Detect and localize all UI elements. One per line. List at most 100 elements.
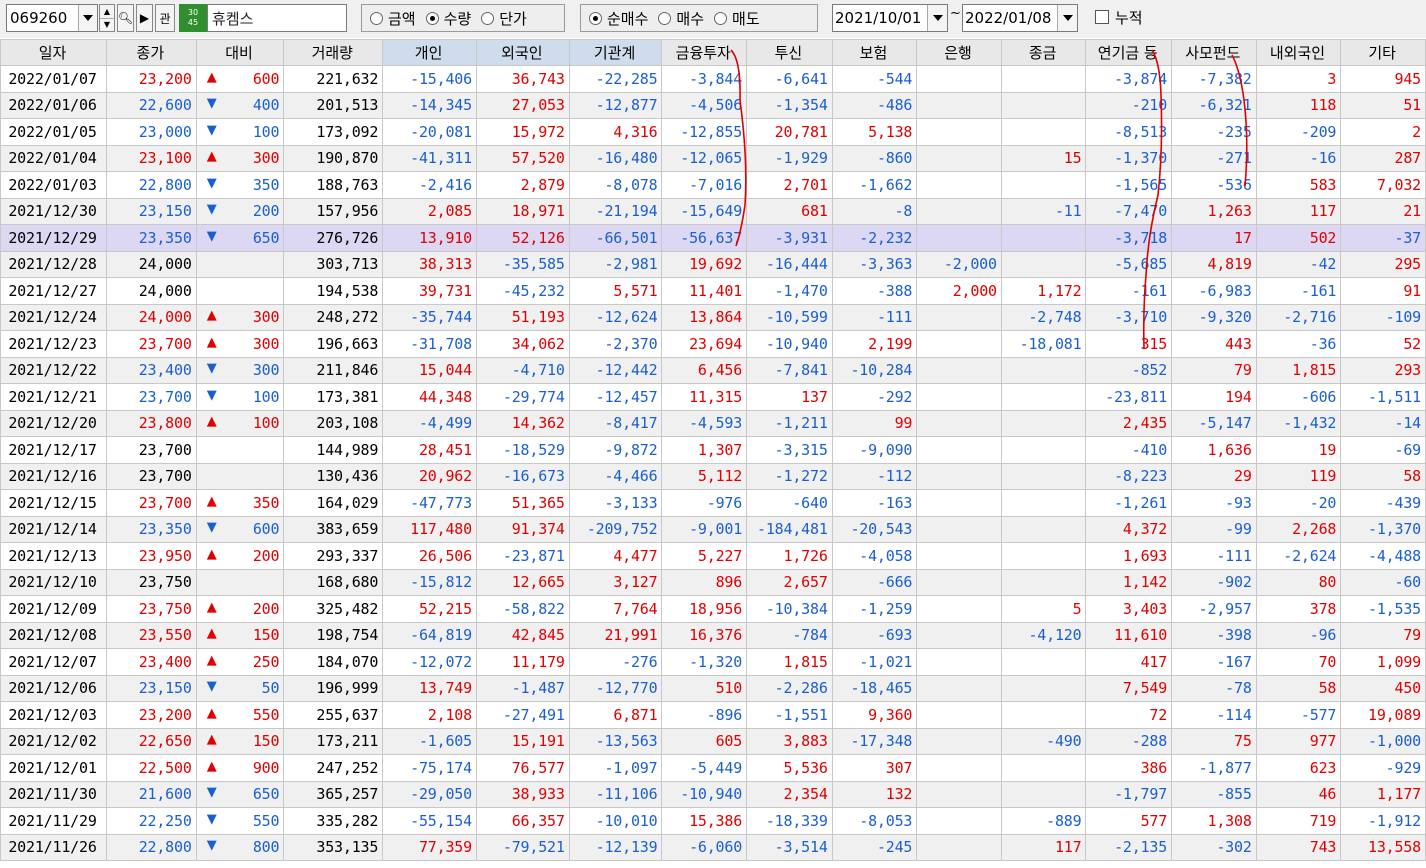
table-row[interactable]: 2022/01/07 23,200 ▲ 600 221,632 -15,406 36,743… — [0, 65, 1426, 93]
search-button[interactable]: 🔍︎ — [117, 4, 134, 32]
column-header-13[interactable]: 사모펀드 — [1171, 39, 1257, 66]
cell-12: 1,693 — [1085, 542, 1173, 570]
table-row[interactable]: 2021/12/28 24,000 303,713 38,313 -35,585 -2,9… — [0, 250, 1426, 278]
cell-5: -1,487 — [475, 674, 570, 702]
table-row[interactable]: 2021/12/15 23,700 ▲ 350 164,029 -47,773 51,365… — [0, 489, 1426, 517]
table-row[interactable]: 2022/01/03 22,800 ▼ 350 188,763 -2,416 2,879 -8… — [0, 171, 1426, 199]
chevron-down-icon[interactable]: ▼ — [100, 18, 114, 31]
table-row[interactable]: 2021/12/21 23,700 ▼ 100 173,381 44,348 -29,774… — [0, 383, 1426, 411]
table-row[interactable]: 2021/12/23 23,700 ▲ 300 196,663 -31,708 34,062… — [0, 330, 1426, 358]
radio-mode-0[interactable]: 순매수 — [589, 8, 648, 29]
table-row[interactable]: 2021/12/03 23,200 ▲ 550 255,637 2,108 -27,491 6… — [0, 701, 1426, 729]
stock-name-field[interactable]: 휴켐스 — [207, 4, 347, 32]
radio-circle-icon[interactable] — [425, 11, 439, 25]
radio-circle-icon[interactable] — [714, 11, 728, 25]
cell-10 — [916, 489, 1002, 517]
table-row[interactable]: 2021/12/16 23,700 130,436 20,962 -16,673 -4,4… — [0, 462, 1426, 490]
cell-7: -976 — [661, 489, 748, 517]
cell-6: -13,563 — [568, 727, 663, 755]
radio-mode-2[interactable]: 매도 — [714, 8, 760, 29]
chevron-up-icon[interactable]: ▲ — [100, 5, 114, 18]
radio-unit-0[interactable]: 금액 — [370, 8, 416, 29]
table-row[interactable]: 2021/12/17 23,700 144,989 28,451 -18,529 -9,8… — [0, 436, 1426, 464]
table-row[interactable]: 2021/12/27 24,000 194,538 39,731 -45,232 5,57… — [0, 277, 1426, 305]
cell-5: -27,491 — [475, 701, 570, 729]
up-arrow-icon: ▲ — [206, 599, 217, 615]
cell-13: 443 — [1171, 330, 1257, 358]
table-row[interactable]: 2021/12/20 23,800 ▲ 100 203,108 -4,499 14,362-… — [0, 409, 1426, 437]
table-row[interactable]: 2021/12/13 23,950 ▲ 200 293,337 26,506 -23,871… — [0, 542, 1426, 570]
table-row[interactable]: 2022/01/06 22,600 ▼ 400 201,513 -14,345 27,053… — [0, 91, 1426, 119]
cell-15: 13,558 — [1340, 833, 1426, 861]
checkbox-icon[interactable] — [1095, 10, 1109, 24]
table-row[interactable]: 2021/12/22 23,400 ▼ 300 211,846 15,044 -4,710-… — [0, 356, 1426, 384]
table-row[interactable]: 2021/12/30 23,150 ▼ 200 157,956 2,085 18,971 -2… — [0, 197, 1426, 225]
table-row[interactable]: 2021/12/10 23,750 168,680 -15,812 12,665 3,12… — [0, 568, 1426, 596]
column-header-6[interactable]: 기관계 — [568, 39, 663, 66]
date-to-picker[interactable]: 2022/01/08 — [962, 4, 1078, 32]
cell-8: -1,470 — [746, 277, 833, 305]
radio-circle-icon[interactable] — [481, 11, 495, 25]
column-header-9[interactable]: 보험 — [831, 39, 918, 66]
radio-circle-icon[interactable] — [658, 11, 672, 25]
table-row[interactable]: 2021/12/07 23,400 ▲ 250 184,070 -12,072 11,179… — [0, 648, 1426, 676]
cell-8: -184,481 — [746, 515, 833, 543]
table-row[interactable]: 2021/11/30 21,600 ▼ 650 365,257 -29,050 38,933… — [0, 780, 1426, 808]
table-row[interactable]: 2021/12/09 23,750 ▲ 200 325,482 52,215 -58,822… — [0, 595, 1426, 623]
next-button[interactable]: ▶ — [136, 4, 153, 32]
column-header-8[interactable]: 투신 — [746, 39, 833, 66]
table-row[interactable]: 2021/12/24 24,000 ▲ 300 248,272 -35,744 51,193… — [0, 303, 1426, 331]
radio-circle-icon[interactable] — [370, 11, 383, 25]
column-header-1[interactable]: 종가 — [106, 39, 197, 66]
table-row[interactable]: 2021/12/08 23,550 ▲ 150 198,754 -64,819 42,845… — [0, 621, 1426, 649]
market-badge[interactable]: 30 45 — [179, 4, 207, 32]
column-header-15[interactable]: 기타 — [1340, 39, 1426, 66]
cell-0: 2022/01/03 — [0, 171, 107, 199]
table-row[interactable]: 2021/12/14 23,350 ▼ 600 383,659 117,480 91,374… — [0, 515, 1426, 543]
column-header-10[interactable]: 은행 — [916, 39, 1002, 66]
stock-code-combo[interactable] — [6, 4, 98, 32]
cell-5: 15,191 — [475, 727, 570, 755]
column-header-4[interactable]: 개인 — [382, 39, 477, 66]
table-row[interactable]: 2021/11/26 22,800 ▼ 800 353,135 77,359 -79,521… — [0, 833, 1426, 861]
column-header-7[interactable]: 금융투자 — [661, 39, 748, 66]
related-button[interactable]: 관 — [155, 4, 175, 32]
column-header-11[interactable]: 종금 — [1000, 39, 1087, 66]
cell-8: -10,384 — [746, 595, 833, 623]
cell-10 — [916, 197, 1002, 225]
cell-12: 4,372 — [1085, 515, 1173, 543]
cell-15: -14 — [1340, 409, 1426, 437]
table-row[interactable]: 2021/12/29 23,350 ▼ 650 276,726 13,910 52,126-… — [0, 224, 1426, 252]
table-row[interactable]: 2021/11/29 22,250 ▼ 550 335,282 -55,154 66,357… — [0, 807, 1426, 835]
table-row[interactable]: 2022/01/05 23,000 ▼ 100 173,092 -20,081 15,972… — [0, 118, 1426, 146]
column-header-0[interactable]: 일자 — [0, 39, 107, 66]
column-header-12[interactable]: 연기금 등 — [1085, 39, 1173, 66]
column-header-5[interactable]: 외국인 — [475, 39, 570, 66]
cell-7: -896 — [661, 701, 748, 729]
radio-mode-1[interactable]: 매수 — [658, 8, 704, 29]
column-header-14[interactable]: 내외국인 — [1255, 39, 1342, 66]
table-row[interactable]: 2021/12/06 23,150 ▼ 50 196,999 13,749 -1,487 -1… — [0, 674, 1426, 702]
stock-code-input[interactable] — [7, 5, 79, 31]
radio-unit-2[interactable]: 단가 — [481, 8, 527, 29]
cell-9: -17,348 — [831, 727, 918, 755]
date-from-dropdown[interactable] — [927, 5, 947, 31]
code-dropdown-button[interactable] — [78, 5, 97, 31]
cell-5: 66,357 — [475, 807, 570, 835]
column-header-3[interactable]: 거래량 — [283, 39, 384, 66]
date-to-text: 2022/01/08 — [965, 9, 1052, 27]
up-arrow-icon: ▲ — [206, 414, 217, 430]
table-row[interactable]: 2021/12/02 22,650 ▲ 150 173,211 -1,605 15,191-… — [0, 727, 1426, 755]
date-to-dropdown[interactable] — [1057, 5, 1077, 31]
table-row[interactable]: 2021/12/01 22,500 ▲ 900 247,252 -75,174 76,577… — [0, 754, 1426, 782]
code-spinner[interactable]: ▲ ▼ — [99, 4, 115, 32]
radio-unit-1[interactable]: 수량 — [425, 8, 471, 29]
cell-9: -8,053 — [831, 807, 918, 835]
radio-circle-icon[interactable] — [589, 11, 602, 25]
table-row[interactable]: 2022/01/04 23,100 ▲ 300 190,870 -41,311 57,520… — [0, 144, 1426, 172]
cumulative-checkbox[interactable]: 누적 — [1095, 6, 1143, 28]
cell-15: 295 — [1340, 250, 1426, 278]
cell-2: ▲ 150 — [195, 727, 285, 755]
column-header-2[interactable]: 대비 — [195, 39, 285, 66]
date-from-picker[interactable]: 2021/10/01 — [832, 4, 948, 32]
